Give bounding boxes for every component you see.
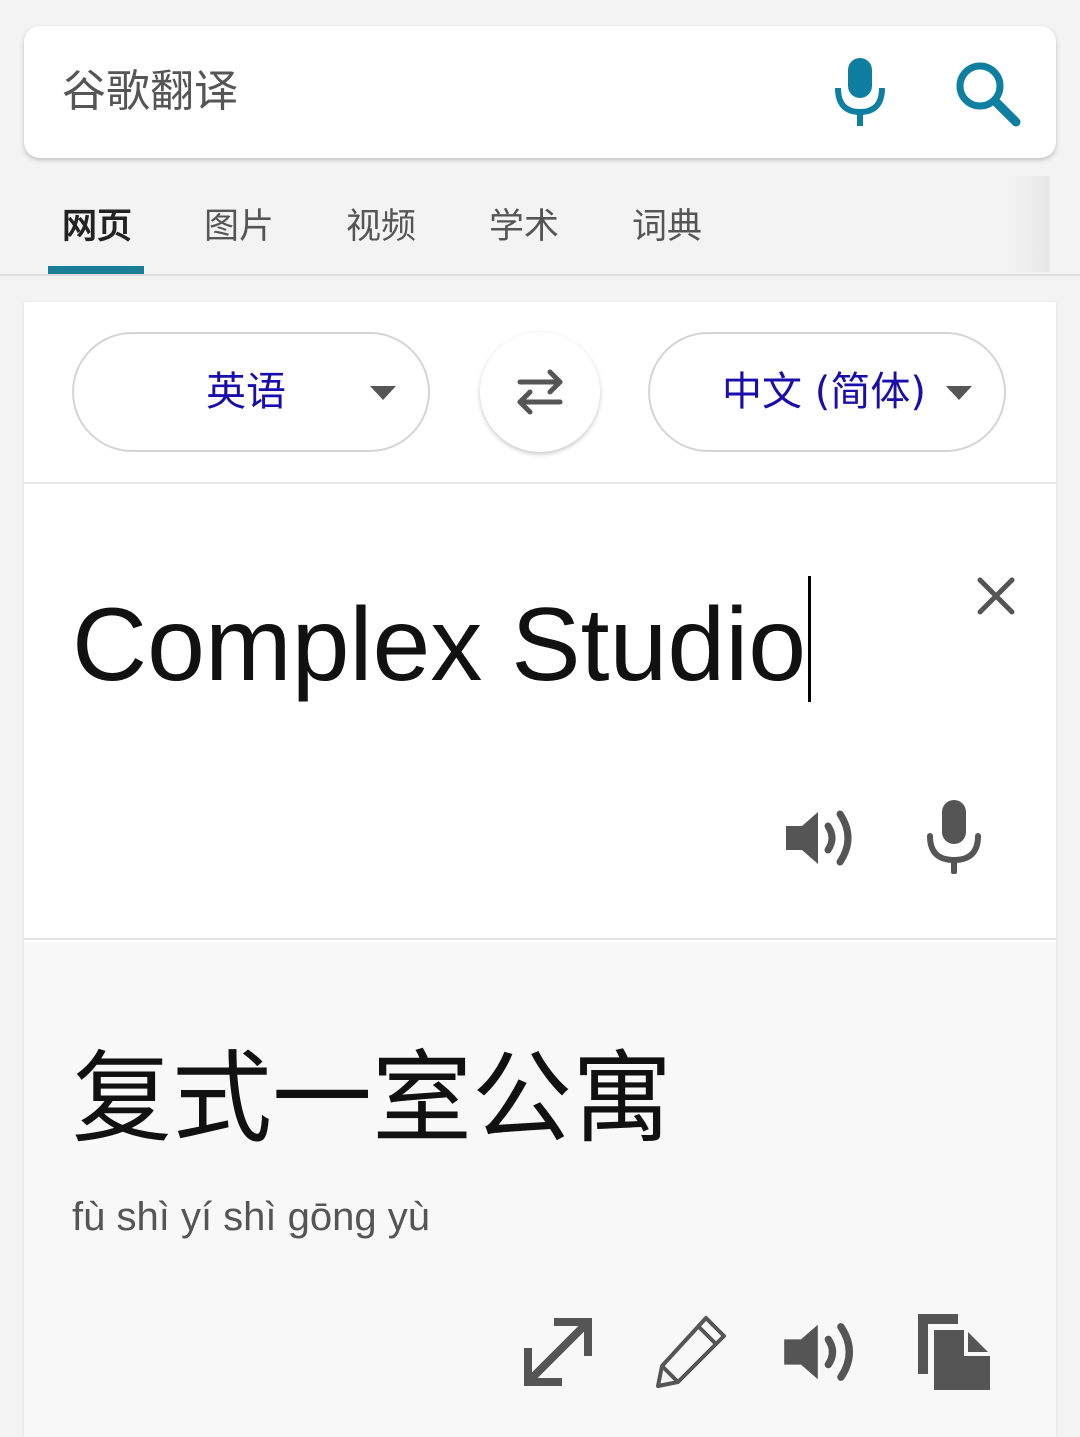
copy-icon[interactable]	[910, 1310, 994, 1394]
translation-result-area: 复式一室公寓 fù shì yí shì gōng yù	[24, 942, 1056, 1437]
microphone-icon[interactable]	[832, 56, 888, 128]
close-icon[interactable]	[974, 574, 1018, 618]
chevron-down-icon	[946, 386, 972, 400]
tab-videos[interactable]: 视频	[346, 202, 416, 252]
search-icon[interactable]	[952, 58, 1024, 130]
search-input[interactable]	[62, 62, 782, 122]
speaker-icon[interactable]	[780, 1310, 864, 1394]
swap-arrows-icon	[517, 369, 563, 415]
vertical-tabs: 网页 图片 视频 学术 词典	[0, 176, 1080, 276]
source-language-label: 英语	[206, 369, 286, 415]
microphone-icon[interactable]	[924, 798, 984, 878]
swap-languages-button[interactable]	[480, 332, 600, 452]
source-language-select[interactable]: 英语	[72, 332, 430, 452]
target-language-select[interactable]: 中文 (简体)	[648, 332, 1006, 452]
source-text-input[interactable]: Complex Studio	[72, 576, 812, 703]
expand-icon[interactable]	[516, 1310, 600, 1394]
edit-icon[interactable]	[648, 1310, 732, 1394]
translation-result: 复式一室公寓	[72, 1040, 672, 1157]
target-language-label: 中文 (简体)	[722, 369, 926, 415]
active-tab-indicator	[48, 266, 144, 274]
speaker-icon[interactable]	[782, 798, 862, 878]
pinyin-text: fù shì yí shì gōng yù	[72, 1195, 430, 1239]
tab-academic[interactable]: 学术	[489, 202, 559, 252]
text-cursor	[808, 576, 812, 702]
tab-dictionary[interactable]: 词典	[632, 202, 702, 252]
language-selector-row: 英语 中文 (简体)	[24, 302, 1056, 484]
translator-card: 英语 中文 (简体) Complex Studio 复式一室公寓 fù shì …	[24, 302, 1056, 1437]
source-text-area[interactable]: Complex Studio	[24, 486, 1056, 940]
search-bar	[24, 26, 1056, 158]
tab-images[interactable]: 图片	[204, 202, 274, 252]
tabs-scroll-fade	[1010, 176, 1050, 272]
chevron-down-icon	[370, 386, 396, 400]
tab-web[interactable]: 网页	[62, 202, 132, 252]
source-text-value: Complex Studio	[72, 587, 807, 703]
